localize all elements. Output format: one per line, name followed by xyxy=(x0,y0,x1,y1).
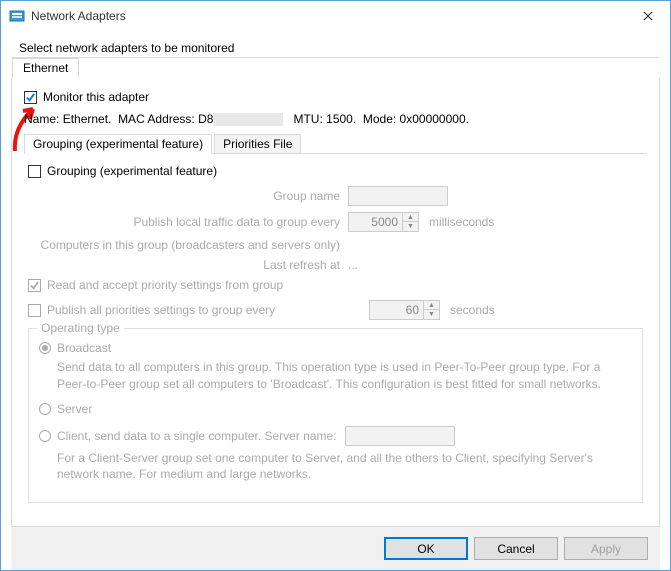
spin-up-icon[interactable]: ▲ xyxy=(403,213,418,222)
operating-type-title: Operating type xyxy=(37,321,124,335)
publish-local-label: Publish local traffic data to group ever… xyxy=(28,215,348,229)
monitor-adapter-label: Monitor this adapter xyxy=(43,90,149,104)
unit-sec: seconds xyxy=(450,303,495,317)
client-label: Client, send data to a single computer. … xyxy=(57,429,337,443)
spin-down-icon[interactable]: ▼ xyxy=(403,222,418,231)
app-icon xyxy=(9,8,25,24)
close-button[interactable] xyxy=(625,1,670,31)
broadcast-label: Broadcast xyxy=(57,341,111,355)
server-name-input[interactable] xyxy=(345,426,455,446)
dialog-footer: OK Cancel Apply xyxy=(11,527,660,570)
tab-ethernet[interactable]: Ethernet xyxy=(12,58,79,78)
mac-obscured xyxy=(213,113,283,126)
unit-ms: milliseconds xyxy=(429,215,494,229)
server-radio[interactable] xyxy=(39,403,51,415)
read-accept-checkbox[interactable] xyxy=(28,279,41,292)
read-accept-label: Read and accept priority settings from g… xyxy=(47,278,283,292)
adapter-info: Name: Ethernet. MAC Address: D8 MTU: 150… xyxy=(24,112,647,126)
last-refresh-value: ... xyxy=(348,258,358,272)
monitor-adapter-checkbox[interactable] xyxy=(24,91,37,104)
last-refresh-label: Last refresh at xyxy=(28,258,348,272)
dialog-window: Network Adapters Select network adapters… xyxy=(0,0,671,571)
server-label: Server xyxy=(57,402,92,416)
groupname-label: Group name xyxy=(28,189,348,203)
operating-type-group: Operating type Broadcast Send data to al… xyxy=(28,328,643,503)
spin-down-icon[interactable]: ▼ xyxy=(424,310,439,319)
publish-local-spinner[interactable]: ▲▼ xyxy=(348,212,419,232)
close-icon xyxy=(643,11,653,21)
publish-all-checkbox[interactable] xyxy=(28,304,41,317)
inner-tabs: Grouping (experimental feature) Prioriti… xyxy=(24,134,647,507)
cancel-button[interactable]: Cancel xyxy=(474,537,558,560)
check-icon xyxy=(25,92,36,103)
tab-grouping[interactable]: Grouping (experimental feature) xyxy=(24,134,212,154)
titlebar[interactable]: Network Adapters xyxy=(1,1,670,31)
grouping-enable-checkbox[interactable] xyxy=(28,165,41,178)
window-title: Network Adapters xyxy=(31,9,625,23)
grouping-enable-label: Grouping (experimental feature) xyxy=(47,164,217,178)
publish-all-spinner[interactable]: ▲▼ xyxy=(369,300,440,320)
apply-button[interactable]: Apply xyxy=(564,537,648,560)
instruction-text: Select network adapters to be monitored xyxy=(19,41,660,55)
client-radio[interactable] xyxy=(39,430,51,442)
groupname-input[interactable] xyxy=(348,186,448,206)
tab-priorities-file[interactable]: Priorities File xyxy=(214,134,301,154)
broadcast-radio[interactable] xyxy=(39,342,51,354)
broadcast-desc: Send data to all computers in this group… xyxy=(57,359,632,391)
ok-button[interactable]: OK xyxy=(384,537,468,560)
publish-all-label: Publish all priorities settings to group… xyxy=(47,303,369,317)
adapter-tabs: Ethernet Monitor this adapter Name: Ethe… xyxy=(11,78,660,527)
broadcasters-note: Computers in this group (broadcasters an… xyxy=(28,238,348,252)
client-desc: For a Client-Server group set one comput… xyxy=(57,450,632,482)
check-icon xyxy=(29,280,40,291)
spin-up-icon[interactable]: ▲ xyxy=(424,301,439,310)
